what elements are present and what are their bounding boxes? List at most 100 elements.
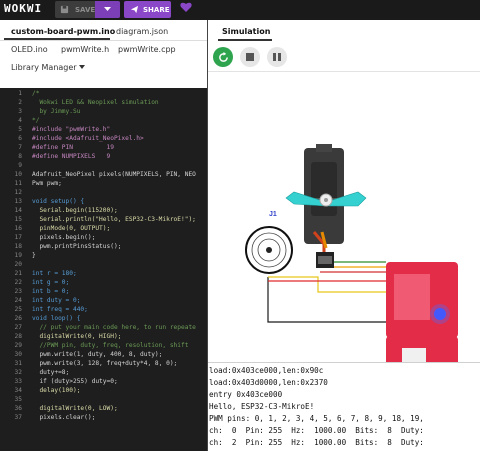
code-line[interactable]: 25 int freq = 440; bbox=[0, 305, 207, 314]
simulation-canvas[interactable]: J1 bbox=[208, 72, 480, 362]
code-line[interactable]: 12 bbox=[0, 188, 207, 197]
tab-simulation[interactable]: Simulation bbox=[222, 27, 270, 36]
code-text: pixels.clear(); bbox=[32, 414, 96, 421]
code-line[interactable]: 17 pixels.begin(); bbox=[0, 233, 207, 242]
code-text: digitalWrite(0, HIGH); bbox=[32, 333, 122, 340]
code-line[interactable]: 20 bbox=[0, 260, 207, 269]
code-line[interactable]: 26 void loop() { bbox=[0, 314, 207, 323]
code-line[interactable]: 1 /* bbox=[0, 89, 207, 98]
code-line[interactable]: 16 pinMode(0, OUTPUT); bbox=[0, 224, 207, 233]
chevron-down-icon bbox=[104, 7, 111, 11]
line-number: 15 bbox=[14, 216, 22, 223]
code-line[interactable]: 36 digitalWrite(0, LOW); bbox=[0, 404, 207, 413]
simulation-controls bbox=[208, 42, 480, 72]
code-line[interactable]: 37 pixels.clear(); bbox=[0, 413, 207, 422]
line-number: 22 bbox=[14, 279, 22, 286]
line-number: 33 bbox=[14, 378, 22, 385]
line-number: 1 bbox=[18, 90, 22, 97]
code-line[interactable]: 31 pwm.write(3, 128, freq+duty*4, 8, 0); bbox=[0, 359, 207, 368]
code-text: pixels.begin(); bbox=[32, 234, 96, 241]
line-number: 37 bbox=[14, 414, 22, 421]
code-line[interactable]: 11 Pwm pwm; bbox=[0, 179, 207, 188]
code-line[interactable]: 28 digitalWrite(0, HIGH); bbox=[0, 332, 207, 341]
serial-line: load:0x403d0000,len:0x2370 bbox=[209, 378, 328, 387]
line-number: 19 bbox=[14, 252, 22, 259]
tab-custom-board-pwm-ino[interactable]: custom-board-pwm.ino bbox=[11, 27, 115, 36]
code-text: if (duty>255) duty=0; bbox=[32, 378, 118, 385]
tab-diagram-json[interactable]: diagram.json bbox=[116, 27, 168, 36]
line-number: 12 bbox=[14, 189, 22, 196]
simulation-panel: Simulation J1 load:0x403ce000,len:0x90c … bbox=[207, 20, 480, 451]
save-dropdown-button[interactable] bbox=[95, 1, 120, 18]
code-line[interactable]: 9 bbox=[0, 161, 207, 170]
code-line[interactable]: 24 int duty = 0; bbox=[0, 296, 207, 305]
code-line[interactable]: 2 Wokwi LED && Neopixel simulation bbox=[0, 98, 207, 107]
line-number: 24 bbox=[14, 297, 22, 304]
code-text: #include "pwmWrite.h" bbox=[32, 126, 111, 133]
code-text: #define PIN 19 bbox=[32, 144, 114, 151]
restart-icon bbox=[218, 51, 228, 62]
share-button[interactable]: SHARE bbox=[124, 1, 171, 18]
code-line[interactable]: 35 bbox=[0, 395, 207, 404]
esp32-second-board[interactable] bbox=[386, 336, 458, 362]
code-line[interactable]: 5 #include "pwmWrite.h" bbox=[0, 125, 207, 134]
code-text: pinMode(0, OUTPUT); bbox=[32, 225, 111, 232]
code-line[interactable]: 30 pwm.write(1, duty, 400, 8, duty); bbox=[0, 350, 207, 359]
tab-library-manager[interactable]: Library Manager bbox=[11, 63, 77, 72]
stop-icon bbox=[246, 53, 254, 61]
code-text: Wokwi LED && Neopixel simulation bbox=[32, 99, 159, 106]
code-line[interactable]: 32 duty+=8; bbox=[0, 368, 207, 377]
esp32-c3-board[interactable] bbox=[386, 262, 458, 338]
servo-motor[interactable] bbox=[285, 144, 367, 268]
line-number: 5 bbox=[18, 126, 22, 133]
chevron-down-icon[interactable] bbox=[79, 65, 85, 69]
code-line[interactable]: 33 if (duty>255) duty=0; bbox=[0, 377, 207, 386]
code-line[interactable]: 4 */ bbox=[0, 116, 207, 125]
wokwi-logo[interactable]: WOKWI bbox=[4, 2, 42, 15]
code-text: int b = 0; bbox=[32, 288, 70, 295]
save-icon bbox=[60, 5, 69, 14]
code-line[interactable]: 3 by Jimmy.Su bbox=[0, 107, 207, 116]
line-number: 18 bbox=[14, 243, 22, 250]
line-number: 11 bbox=[14, 180, 22, 187]
tab-pwmwrite-h[interactable]: pwmWrite.h bbox=[61, 45, 109, 54]
line-number: 20 bbox=[14, 261, 22, 268]
code-line[interactable]: 19} bbox=[0, 251, 207, 260]
code-line[interactable]: 21 int r = 180; bbox=[0, 269, 207, 278]
code-line[interactable]: 7 #define PIN 19 bbox=[0, 143, 207, 152]
code-line[interactable]: 27 // put your main code here, to run re… bbox=[0, 323, 207, 332]
code-line[interactable]: 23 int b = 0; bbox=[0, 287, 207, 296]
buzzer[interactable] bbox=[245, 226, 293, 274]
code-line[interactable]: 18 pwm.printPinsStatus(); bbox=[0, 242, 207, 251]
serial-line: Hello, ESP32-C3-MikroE! bbox=[209, 402, 315, 411]
code-line[interactable]: 34 delay(100); bbox=[0, 386, 207, 395]
stop-button[interactable] bbox=[240, 47, 260, 67]
code-text: int r = 180; bbox=[32, 270, 77, 277]
tab-oled-ino[interactable]: OLED.ino bbox=[11, 45, 48, 54]
tab-pwmwrite-cpp[interactable]: pwmWrite.cpp bbox=[118, 45, 176, 54]
code-text: void setup() { bbox=[32, 198, 85, 205]
restart-button[interactable] bbox=[213, 47, 233, 67]
share-button-label: SHARE bbox=[143, 5, 170, 14]
wire-group bbox=[267, 261, 386, 323]
pause-button[interactable] bbox=[267, 47, 287, 67]
code-line[interactable]: 15 Serial.println("Hello, ESP32-C3-Mikro… bbox=[0, 215, 207, 224]
code-line[interactable]: 22 int g = 0; bbox=[0, 278, 207, 287]
line-number: 28 bbox=[14, 333, 22, 340]
heart-icon[interactable] bbox=[180, 2, 192, 13]
wokwi-app: WOKWI SAVE SHARE custom-board-pwm.ino di… bbox=[0, 0, 480, 451]
line-number: 13 bbox=[14, 198, 22, 205]
code-text: Serial.println("Hello, ESP32-C3-MikroE!"… bbox=[32, 216, 196, 223]
code-area[interactable]: 1 /* 2 Wokwi LED && Neopixel simulation 3 b… bbox=[0, 88, 207, 451]
code-line[interactable]: 8 #define NUMPIXELS 9 bbox=[0, 152, 207, 161]
code-line[interactable]: 13 void setup() { bbox=[0, 197, 207, 206]
code-text: /* bbox=[32, 90, 40, 97]
code-line[interactable]: 6 #include <Adafruit_NeoPixel.h> bbox=[0, 134, 207, 143]
line-number: 36 bbox=[14, 405, 22, 412]
code-line[interactable]: 10 Adafruit_NeoPixel pixels(NUMPIXELS, PI… bbox=[0, 170, 207, 179]
save-button-label: SAVE bbox=[75, 5, 96, 14]
code-line[interactable]: 29 //PWM pin, duty, freq, resolution, sh… bbox=[0, 341, 207, 350]
serial-monitor[interactable]: load:0x403ce000,len:0x90c load:0x403d0000… bbox=[208, 362, 480, 451]
code-line[interactable]: 14 Serial.begin(115200); bbox=[0, 206, 207, 215]
line-number: 32 bbox=[14, 369, 22, 376]
